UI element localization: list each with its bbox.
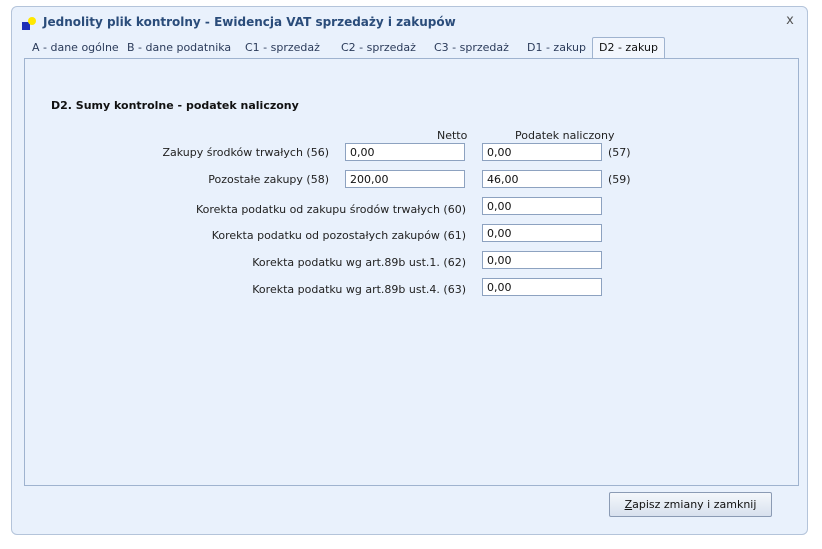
code-59: (59) xyxy=(608,173,631,186)
korekta-62-input[interactable] xyxy=(482,251,602,269)
label-korekta-63: Korekta podatku wg art.89b ust.4. (63) xyxy=(252,283,466,296)
close-icon[interactable]: x xyxy=(782,13,798,29)
tab-c2[interactable]: C2 - sprzedaż xyxy=(341,38,416,58)
column-header-podatek: Podatek naliczony xyxy=(515,129,615,142)
label-korekta-60: Korekta podatku od zakupu środów trwałyc… xyxy=(195,203,466,216)
tab-c3[interactable]: C3 - sprzedaż xyxy=(434,38,509,58)
code-57: (57) xyxy=(608,146,631,159)
tab-b[interactable]: B - dane podatnika xyxy=(127,38,231,58)
podatek-57-input[interactable] xyxy=(482,143,602,161)
korekta-60-input[interactable] xyxy=(482,197,602,215)
tab-d1[interactable]: D1 - zakup xyxy=(527,38,586,58)
title-bar: Jednolity plik kontrolny - Ewidencja VAT… xyxy=(12,7,807,35)
section-title: D2. Sumy kontrolne - podatek naliczony xyxy=(51,99,299,112)
podatek-59-input[interactable] xyxy=(482,170,602,188)
label-korekta-62: Korekta podatku wg art.89b ust.1. (62) xyxy=(252,256,466,269)
tab-d2[interactable]: D2 - zakup xyxy=(592,37,665,59)
save-and-close-button[interactable]: Zapisz zmiany i zamknij xyxy=(609,492,772,517)
tab-a[interactable]: A - dane ogólne xyxy=(32,38,119,58)
label-korekta-61: Korekta podatku od pozostałych zakupów (… xyxy=(211,229,466,242)
column-header-netto: Netto xyxy=(437,129,468,142)
tab-c1[interactable]: C1 - sprzedaż xyxy=(245,38,320,58)
label-pozostale-zakupy: Pozostałe zakupy (58) xyxy=(208,173,329,186)
netto-56-input[interactable] xyxy=(345,143,465,161)
app-icon xyxy=(22,17,38,33)
save-and-close-label: apisz zmiany i zamknij xyxy=(632,498,757,511)
korekta-61-input[interactable] xyxy=(482,224,602,242)
tab-panel xyxy=(24,58,799,486)
korekta-63-input[interactable] xyxy=(482,278,602,296)
netto-58-input[interactable] xyxy=(345,170,465,188)
save-and-close-mnemonic: Z xyxy=(624,498,633,511)
dialog-window: Jednolity plik kontrolny - Ewidencja VAT… xyxy=(11,6,808,535)
window-title: Jednolity plik kontrolny - Ewidencja VAT… xyxy=(43,15,456,29)
label-zakupy-srodkow-trwalych: Zakupy środków trwałych (56) xyxy=(162,146,330,159)
